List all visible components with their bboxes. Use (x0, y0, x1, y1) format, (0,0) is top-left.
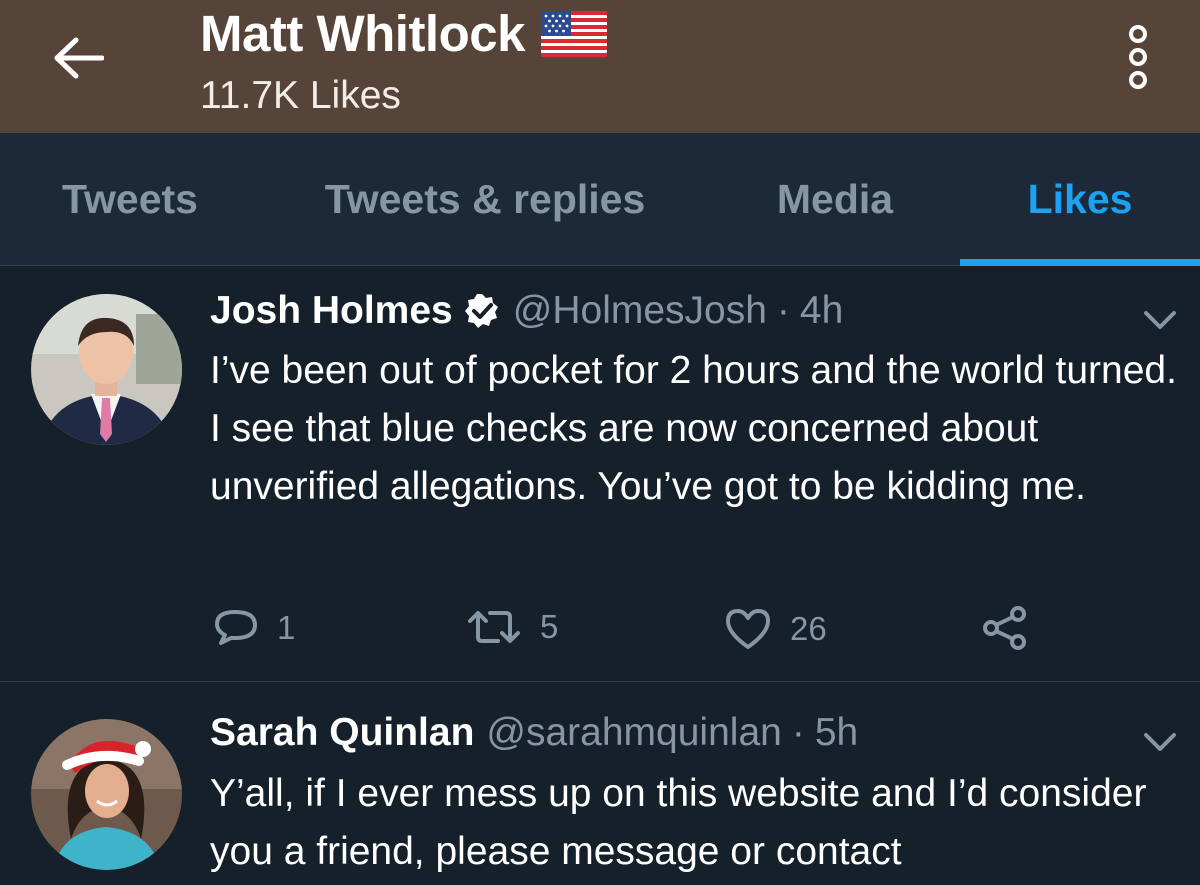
chevron-down-icon[interactable] (1140, 727, 1180, 757)
reply-count: 1 (277, 609, 296, 646)
tweet-header: Sarah Quinlan @sarahmquinlan · 5h (210, 711, 858, 755)
arrow-left-icon (54, 37, 104, 79)
avatar[interactable] (31, 719, 182, 870)
back-button[interactable] (48, 30, 108, 86)
likes-count: 11.7K Likes (200, 74, 401, 117)
tweet-card[interactable]: Sarah Quinlan @sarahmquinlan · 5h Y’all,… (0, 683, 1200, 885)
heart-icon (726, 609, 770, 649)
retweet-count: 5 (540, 608, 559, 645)
retweet-icon (468, 611, 520, 643)
avatar-image (31, 294, 182, 445)
reply-button[interactable]: 1 (213, 607, 295, 649)
avatar[interactable] (31, 294, 182, 445)
verified-badge-icon (464, 294, 498, 328)
tab-likes[interactable]: Likes (960, 133, 1200, 266)
profile-header: Matt Whitlock 11.7K Likes (0, 0, 1200, 133)
tab-tweets-and-replies[interactable]: Tweets & replies (300, 133, 670, 266)
profile-tabs: Tweets Tweets & replies Media Likes (0, 133, 1200, 266)
chevron-down-icon[interactable] (1140, 305, 1180, 335)
like-count: 26 (790, 610, 827, 647)
tweet-timestamp[interactable]: 5h (815, 711, 858, 755)
share-icon (983, 606, 1026, 650)
author-handle[interactable]: @HolmesJosh (513, 289, 767, 333)
us-flag-icon (540, 10, 607, 57)
tweet-timestamp[interactable]: 4h (800, 289, 843, 333)
tweet-header: Josh Holmes @HolmesJosh · 4h (210, 289, 843, 333)
more-options-button[interactable] (1118, 22, 1158, 92)
meta-separator: · (791, 711, 805, 754)
more-vertical-icon (1129, 25, 1147, 89)
profile-name: Matt Whitlock (200, 5, 525, 62)
profile-title: Matt Whitlock (200, 4, 607, 63)
tab-media[interactable]: Media (740, 133, 930, 266)
author-name[interactable]: Josh Holmes (210, 289, 453, 333)
retweet-button[interactable]: 5 (466, 607, 558, 647)
avatar-image (31, 719, 182, 870)
author-name[interactable]: Sarah Quinlan (210, 711, 474, 755)
share-button[interactable] (982, 605, 1046, 651)
tab-tweets[interactable]: Tweets (30, 133, 230, 266)
like-button[interactable]: 26 (724, 607, 827, 651)
tweet-text: Y’all, if I ever mess up on this website… (210, 772, 1147, 873)
author-handle[interactable]: @sarahmquinlan (486, 711, 781, 755)
meta-separator: · (776, 289, 790, 332)
tweet-card[interactable]: Josh Holmes @HolmesJosh · 4h I’ve been o… (0, 267, 1200, 682)
reply-icon (215, 610, 257, 645)
active-tab-indicator (960, 259, 1200, 266)
tweet-text: I’ve been out of pocket for 2 hours and … (210, 349, 1177, 508)
